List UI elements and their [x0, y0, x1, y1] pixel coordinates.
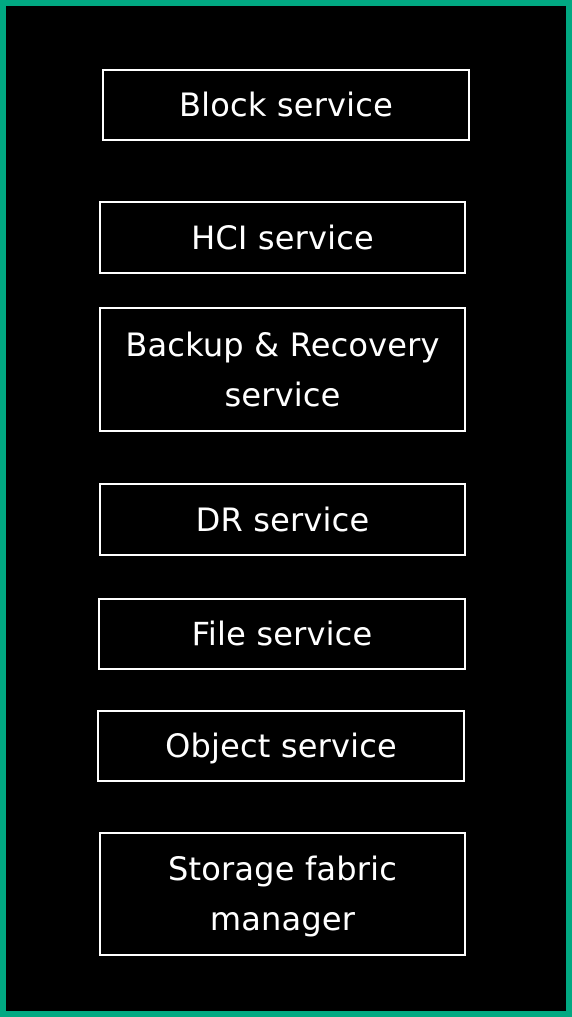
storage-fabric-manager-label: Storage fabric manager [167, 850, 397, 938]
block-service-label: Block service [179, 86, 393, 124]
backup-recovery-service-label: Backup & Recovery service [125, 325, 440, 414]
storage-fabric-manager-box: Storage fabric manager [99, 832, 466, 956]
backup-recovery-service-box: Backup & Recovery service [99, 307, 466, 432]
file-service-label: File service [191, 615, 373, 653]
dr-service-box: DR service [99, 483, 466, 556]
object-service-label: Object service [165, 727, 397, 765]
object-service-box: Object service [97, 710, 465, 782]
file-service-box: File service [98, 598, 466, 670]
block-service-box: Block service [102, 69, 470, 141]
dr-service-label: DR service [195, 500, 370, 539]
hci-service-label: HCI service [191, 218, 374, 257]
hci-service-box: HCI service [99, 201, 466, 274]
services-panel: Block service HCI service Backup & Recov… [0, 0, 572, 1017]
